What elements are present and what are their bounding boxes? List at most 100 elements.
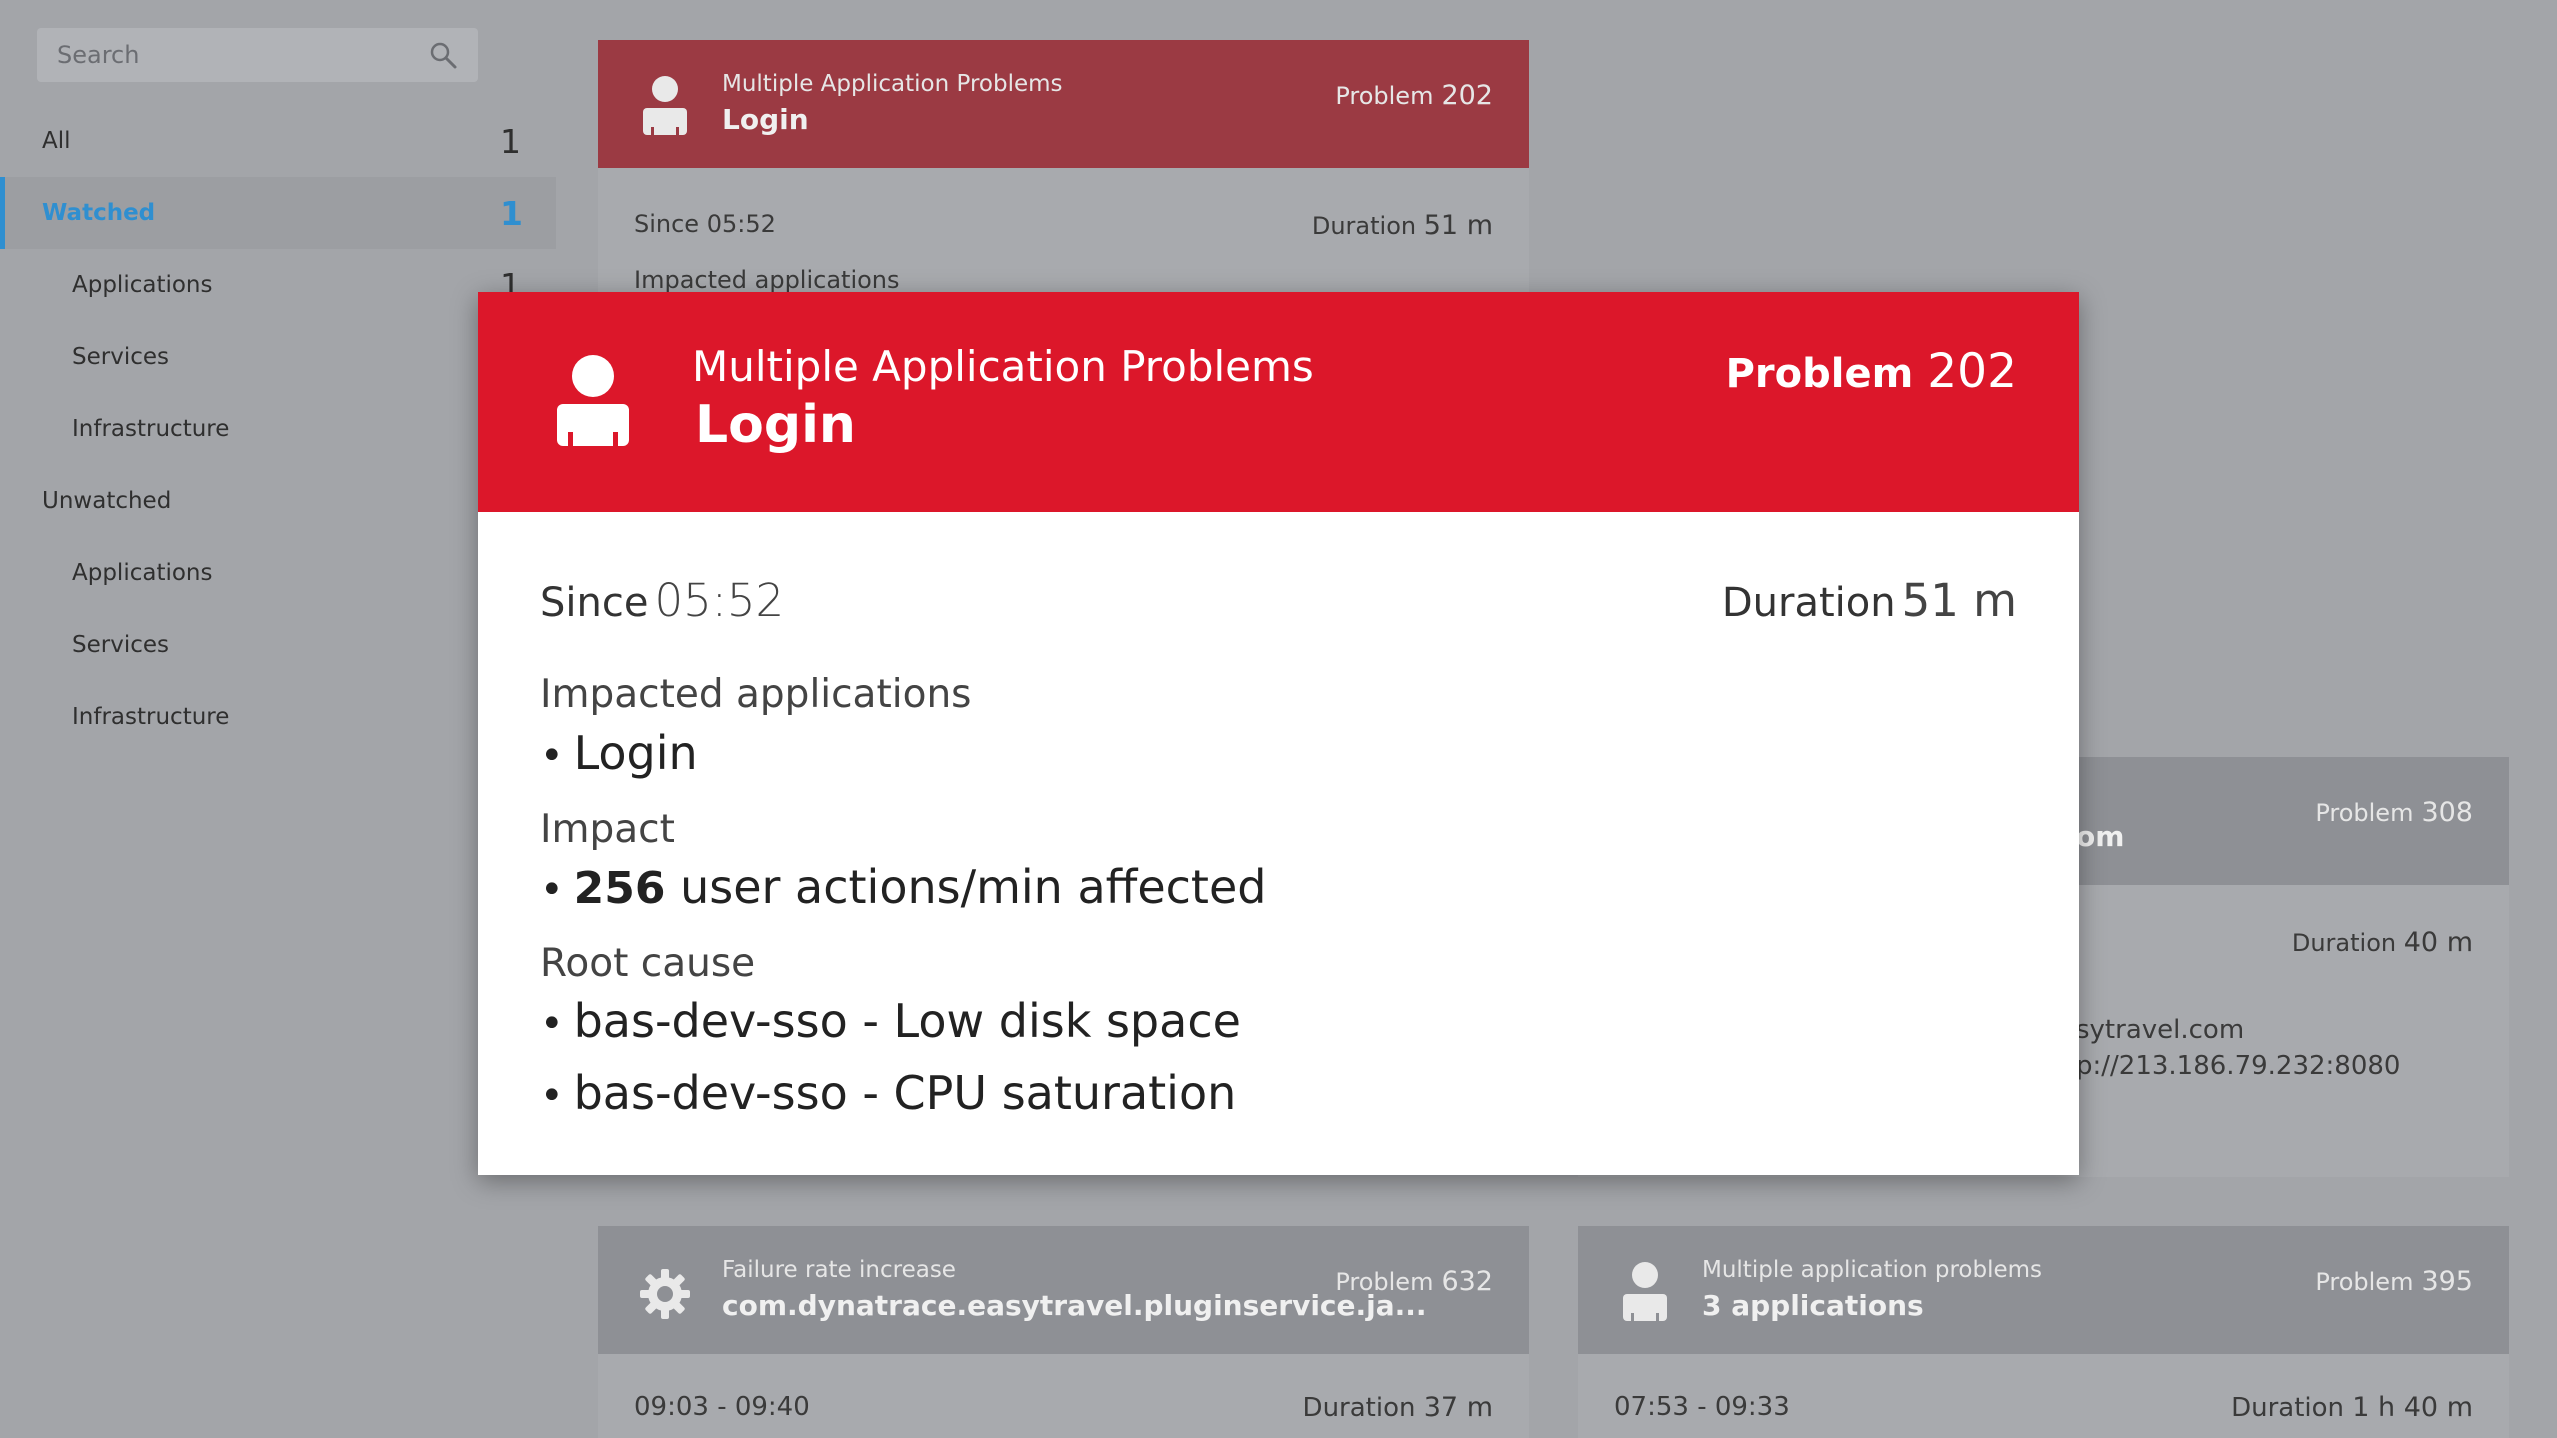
problem-title: 3 applications [1702, 1289, 1924, 1322]
problem-title: com.dynatrace.easytravel.pluginservice.j… [722, 1289, 1427, 1322]
duration-label: Duration [1302, 1393, 1416, 1423]
problem-number: 395 [2421, 1266, 2473, 1297]
problem-subtitle: Multiple application problems [1702, 1257, 2043, 1283]
problem-number: 202 [1441, 80, 1493, 111]
nav-label: Watched [42, 200, 156, 226]
user-icon [1623, 1262, 1667, 1321]
problem-card[interactable]: Failure rate increase com.dynatrace.easy… [598, 1226, 1529, 1438]
nav-watched-applications[interactable]: Applications 1 [0, 249, 556, 321]
duration: Duration 37 m [1303, 1392, 1493, 1423]
impact-text: user actions/min affected [680, 860, 1267, 914]
impact-item: • 256 user actions/min affected [540, 860, 1266, 914]
nav-label: Services [72, 344, 169, 370]
search-input[interactable]: Search [37, 28, 478, 82]
root-cause-heading: Root cause [540, 941, 756, 986]
problem-card-time-row: 07:53 - 09:33 Duration 1 h 40 m [1614, 1392, 2473, 1423]
since-value: 05:52 [654, 574, 785, 627]
time-range: 07:53 - 09:33 [1614, 1392, 1790, 1422]
modal-body: Since 05:52 Duration 51 m Impacted applica… [540, 512, 2017, 1175]
duration-value: 37 m [1423, 1392, 1493, 1423]
nav-label: Infrastructure [72, 704, 230, 730]
nav-label: Applications [72, 560, 213, 586]
problem-card[interactable]: Multiple application problems 3 applicat… [1578, 1226, 2509, 1438]
duration-label: Duration [1311, 212, 1417, 240]
duration-value: 51 m [1901, 574, 2017, 627]
since-value: 05:52 [706, 210, 776, 238]
since-label: Since [540, 580, 649, 626]
impacted-application-item[interactable]: • Login [540, 726, 698, 780]
duration: Duration 51 m [1722, 574, 2017, 627]
nav-all[interactable]: All 1 [0, 105, 556, 177]
item-text: bas-dev-sso - CPU saturation [573, 1066, 1237, 1120]
duration: Duration 40 m [2292, 927, 2473, 958]
nav-count: 1 [500, 193, 523, 233]
problem-id: Problem 308 [2315, 797, 2473, 828]
duration-label: Duration [2291, 929, 2397, 957]
nav-label: Services [72, 632, 169, 658]
nav-unwatched-applications[interactable]: Applications [0, 537, 556, 609]
problem-subtitle: Failure rate increase [722, 1257, 956, 1283]
duration: Duration 1 h 40 m [2231, 1392, 2473, 1423]
time-range: 09:03 - 09:40 [634, 1392, 810, 1422]
item-text: bas-dev-sso - Low disk space [573, 994, 1241, 1048]
problem-label: Problem [2315, 1268, 2414, 1296]
user-icon [643, 76, 687, 135]
modal-subtitle: Multiple Application Problems [692, 342, 1314, 391]
duration-label: Duration [2231, 1393, 2345, 1423]
nav-count: 1 [500, 121, 521, 161]
nav-label: Unwatched [42, 488, 172, 514]
user-icon [557, 355, 629, 446]
problem-label: Problem [2315, 799, 2414, 827]
bullet: • [540, 1073, 564, 1119]
problem-number: 308 [2421, 797, 2473, 828]
problem-card-since-row: Since 05:52 Duration 51 m [634, 210, 1493, 241]
nav-watched-services[interactable]: Services [0, 321, 556, 393]
nav-watched-infrastructure[interactable]: Infrastructure [0, 393, 556, 465]
duration-value: 40 m [2403, 927, 2473, 958]
modal-title: Login [695, 395, 856, 455]
problem-card-header: Multiple application problems 3 applicat… [1578, 1226, 2509, 1354]
nav-unwatched-infrastructure[interactable]: Infrastructure [0, 681, 556, 753]
problem-card-time-row: 09:03 - 09:40 Duration 37 m [634, 1392, 1493, 1423]
bullet: • [540, 867, 564, 913]
problem-detail-modal[interactable]: Multiple Application Problems Login Prob… [478, 292, 2079, 1175]
impacted-label: Impacted applications [634, 266, 900, 294]
root-cause-item[interactable]: • bas-dev-sso - Low disk space [540, 994, 1241, 1048]
nav-label: Infrastructure [72, 416, 230, 442]
modal-header: Multiple Application Problems Login Prob… [478, 292, 2079, 512]
problem-label: Problem [1335, 82, 1434, 110]
item-text: Login [573, 726, 698, 780]
problem-card-header: Multiple Application Problems Login Prob… [598, 40, 1529, 168]
duration-value: 1 h 40 m [2352, 1392, 2473, 1423]
modal-problem-id: Problem 202 [1726, 344, 2017, 399]
bullet: • [540, 733, 564, 779]
nav-unwatched-services[interactable]: Services [0, 609, 556, 681]
problem-number: 632 [1441, 1266, 1493, 1297]
problem-id: Problem 632 [1335, 1266, 1493, 1297]
impact-heading: Impact [540, 807, 675, 852]
problem-number: 202 [1927, 344, 2017, 399]
since: Since 05:52 [540, 574, 784, 627]
impacted-applications-heading: Impacted applications [540, 672, 972, 717]
problem-id: Problem 395 [2315, 1266, 2473, 1297]
duration-label: Duration [1721, 580, 1896, 626]
nav-watched[interactable]: Watched 1 [0, 177, 556, 249]
problem-label: Problem [1335, 1268, 1434, 1296]
since-label: Since [634, 210, 700, 238]
gear-icon [640, 1269, 690, 1319]
root-cause-line: sytravel.com [2076, 1015, 2245, 1045]
problem-title: Login [722, 103, 809, 136]
problem-title: om [2076, 820, 2125, 853]
search-placeholder: Search [57, 41, 140, 69]
problem-subtitle: Multiple Application Problems [722, 71, 1063, 97]
duration-value: 51 m [1423, 210, 1493, 241]
nav-label: All [42, 128, 71, 154]
root-cause-item[interactable]: • bas-dev-sso - CPU saturation [540, 1066, 1236, 1120]
search-icon[interactable] [428, 40, 458, 70]
nav-label: Applications [72, 272, 213, 298]
duration: Duration 51 m [1312, 210, 1493, 241]
problem-card-header: Failure rate increase com.dynatrace.easy… [598, 1226, 1529, 1354]
nav-unwatched[interactable]: Unwatched [0, 465, 556, 537]
problem-id: Problem 202 [1335, 80, 1493, 111]
bullet: • [540, 1001, 564, 1047]
